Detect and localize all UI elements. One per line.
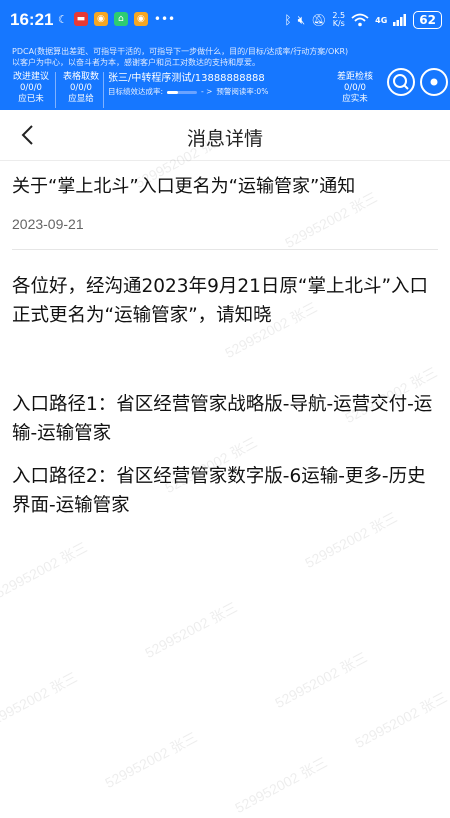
signal-icon xyxy=(393,14,407,26)
box-value: 0/0/0 xyxy=(70,83,92,93)
status-bar: 16:21 ☾ ▬ ◉ ⌂ ◉ ••• ᛒ 🔇︎ 🔕︎ 2.5 K/s 4G 6… xyxy=(0,0,450,44)
goal-label: 目标绩效达成率: xyxy=(108,87,164,96)
wifi-icon xyxy=(351,13,369,27)
moon-icon: ☾ xyxy=(58,12,68,26)
box-value: 0/0/0 xyxy=(20,83,42,93)
watermark: 529952002 张三 xyxy=(232,754,330,816)
box-sub: 应显给 xyxy=(68,94,94,104)
signal-label: 4G xyxy=(375,15,388,25)
watermark: 529952002 张三 xyxy=(0,539,90,601)
message-paragraph-1: 各位好，经沟通2023年9月21日原“掌上北斗”入口正式更名为“运输管家”，请知… xyxy=(12,276,429,326)
status-time: 16:21 xyxy=(10,10,54,29)
goal-progress-bar xyxy=(167,90,198,94)
page-title: 消息详情 xyxy=(186,128,263,150)
pdca-description: PDCA(数据算出差距、可指导干活的，可指导下一步做什么，目的/目标/达成率/行… xyxy=(12,47,349,56)
watermark: 529952002 张三 xyxy=(352,689,450,751)
weibo-icon-2: ◉ xyxy=(133,12,148,26)
message-content: 关于“掌上北斗”入口更名为“运输管家”通知 2023-09-21 各位好，经沟通… xyxy=(12,172,438,520)
target-button[interactable] xyxy=(420,68,448,96)
bell-off-icon: 🔕︎ xyxy=(311,13,327,27)
gap-check-box[interactable]: 差距检核 0/0/0 应实未 xyxy=(330,72,380,108)
search-icon xyxy=(393,74,409,90)
watermark: 529952002 张三 xyxy=(102,729,200,791)
network-speed: 2.5 K/s xyxy=(332,12,345,28)
watermark: 529952002 张三 xyxy=(0,669,80,731)
message-paragraph-2: 入口路径1：省区经营管家战略版-导航-运营交付-运输-运输管家 xyxy=(12,394,433,444)
nav-bar: 消息详情 xyxy=(0,110,450,161)
pdca-banner: PDCA(数据算出差距、可指导干活的，可指导下一步做什么，目的/目标/达成率/行… xyxy=(0,44,450,110)
preview-rate: 预警阅读率:0% xyxy=(216,87,269,96)
target-icon xyxy=(430,78,438,86)
watermark: 529952002 张三 xyxy=(272,649,370,711)
message-date: 2023-09-21 xyxy=(12,216,84,232)
box-title: 差距检核 xyxy=(336,72,373,82)
app-notification-icon: ▬ xyxy=(73,12,88,26)
battery-indicator: 62 xyxy=(413,11,442,29)
status-right: ᛒ 🔇︎ 🔕︎ 2.5 K/s 4G 62 xyxy=(284,11,442,29)
table-data-box[interactable]: 表格取数 0/0/0 应显给 xyxy=(55,72,106,108)
box-value: 0/0/0 xyxy=(344,83,366,93)
speed-unit: K/s xyxy=(332,19,345,28)
improvement-suggestion-box[interactable]: 改进建议 0/0/0 应已未 xyxy=(6,72,56,108)
box-title: 改进建议 xyxy=(12,72,49,82)
arrow-icon: - > xyxy=(201,87,213,96)
message-title: 关于“掌上北斗”入口更名为“运输管家”通知 xyxy=(12,176,356,197)
search-button[interactable] xyxy=(387,68,415,96)
message-paragraph-3: 入口路径2：省区经营管家数字版-6运输-更多-历史界面-运输管家 xyxy=(12,466,426,516)
weibo-icon: ◉ xyxy=(93,12,108,26)
box-sub: 应实未 xyxy=(342,94,368,104)
notification-icons: ☾ ▬ ◉ ⌂ ◉ ••• xyxy=(58,12,175,26)
box-title: 表格取数 xyxy=(62,72,99,82)
more-icon: ••• xyxy=(153,12,176,26)
goal-progress-fill xyxy=(167,90,178,94)
divider xyxy=(12,249,438,250)
pdca-slogan: 以客户为中心，以奋斗者为本，感谢客户和员工对数达的支持和厚爱。 xyxy=(12,58,260,67)
mute-icon: 🔇︎ xyxy=(297,12,306,27)
bluetooth-icon: ᛒ xyxy=(284,13,292,27)
home-icon: ⌂ xyxy=(113,12,128,26)
watermark: 529952002 张三 xyxy=(142,599,240,661)
box-sub: 应已未 xyxy=(18,94,44,104)
